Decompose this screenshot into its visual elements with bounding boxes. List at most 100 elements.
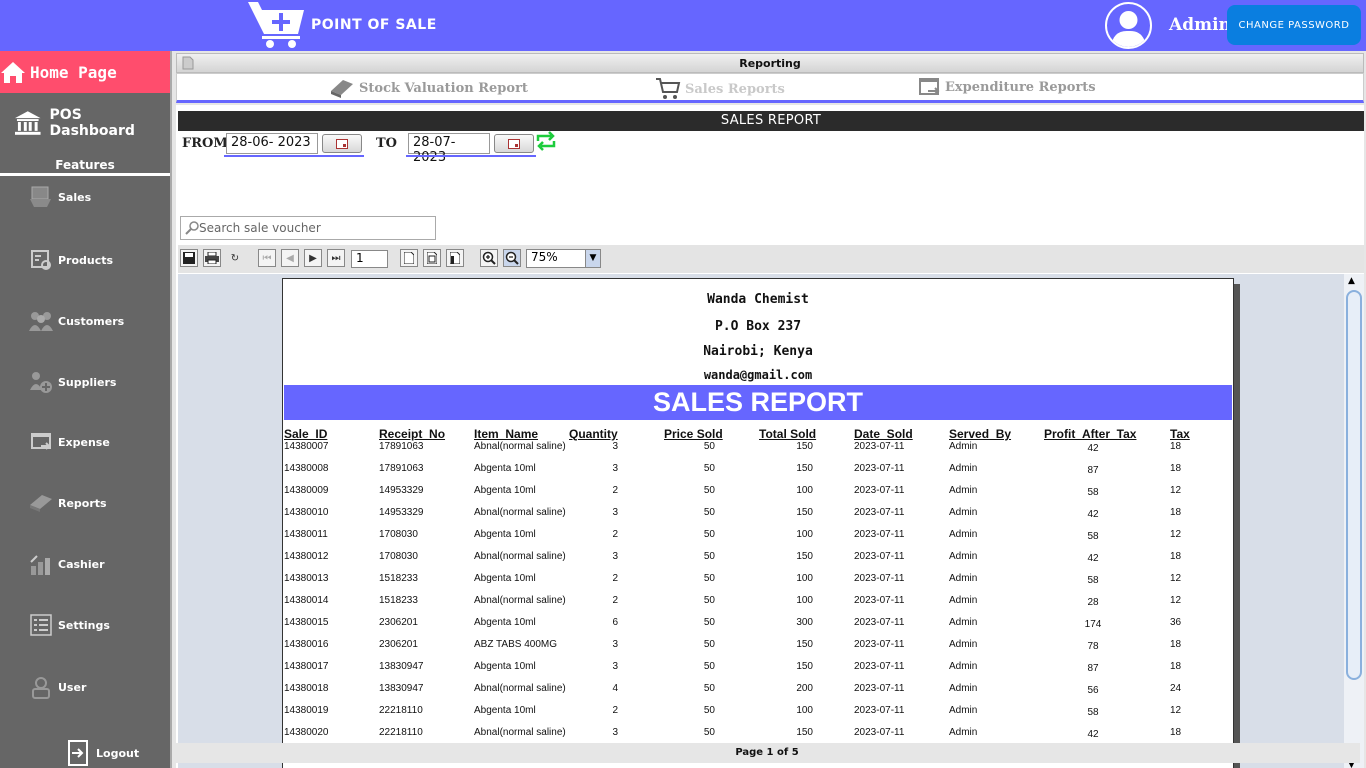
table-cell: 14380009 [284, 485, 329, 496]
table-cell: 14380019 [284, 705, 329, 716]
change-password-button[interactable]: CHANGE PASSWORD [1227, 5, 1361, 45]
scroll-up-icon[interactable]: ▲ [1348, 276, 1355, 286]
calendar-icon [336, 138, 348, 149]
page-number-input[interactable]: 1 [351, 250, 388, 268]
report-viewer: Wanda Chemist P.O Box 237 Nairobi; Kenya… [178, 274, 1364, 768]
company-name: Wanda Chemist [707, 292, 809, 307]
zoom-value: 75% [531, 250, 558, 264]
table-cell: Abnal(normal saline) [474, 683, 566, 694]
table-cell: Admin [949, 683, 978, 694]
previous-page-icon[interactable]: ◀ [281, 249, 299, 267]
zoom-in-icon[interactable] [480, 249, 498, 267]
table-cell: 2 [612, 485, 618, 496]
zoom-out-icon[interactable] [503, 249, 521, 267]
table-cell: 17891063 [379, 463, 424, 474]
table-cell: 50 [703, 441, 715, 452]
pos-dashboard-button[interactable]: POS Dashboard [14, 107, 170, 139]
table-cell: 58 [1087, 531, 1099, 542]
table-cell: Abgenta 10ml [474, 463, 536, 474]
from-label: FROM [182, 136, 228, 151]
tab-sales-reports[interactable]: Sales Reports [655, 77, 785, 101]
viewer-toolbar: ↻ ⏮ ◀ ▶ ⏭ 1 75% ▼ [178, 245, 1364, 273]
calendar-icon [508, 138, 520, 149]
actual-size-icon[interactable] [400, 249, 418, 267]
save-icon[interactable] [180, 249, 198, 267]
logout-button[interactable]: Logout [68, 740, 139, 766]
table-cell: 150 [796, 639, 813, 650]
table-cell: 18 [1170, 727, 1182, 738]
sidebar-item-reports[interactable]: Reports [28, 490, 107, 516]
sales-report-heading: SALES REPORT [178, 111, 1364, 131]
refresh-icon[interactable] [535, 131, 557, 151]
from-date-field[interactable]: 28-06- 2023 [226, 133, 318, 154]
print-icon[interactable] [203, 249, 221, 267]
table-cell: 3 [612, 727, 618, 738]
company-email: wanda@gmail.com [703, 368, 813, 382]
table-cell: 56 [1087, 685, 1099, 696]
table-cell: 3 [612, 639, 618, 650]
table-cell: 50 [703, 617, 715, 628]
sidebar-item-products[interactable]: Products [28, 247, 113, 273]
table-cell: 2023-07-11 [854, 705, 905, 716]
sidebar-item-label: Settings [58, 618, 110, 632]
to-date-field[interactable]: 28-07- 2023 [408, 133, 490, 165]
table-cell: 2023-07-11 [854, 463, 905, 474]
table-cell: 3 [612, 551, 618, 562]
table-cell: 2023-07-11 [854, 661, 905, 672]
table-cell: 42 [1087, 553, 1099, 564]
from-calendar-button[interactable] [322, 134, 362, 153]
sidebar-item-settings[interactable]: Settings [28, 612, 110, 638]
sidebar-item-user[interactable]: User [28, 674, 86, 700]
cart-icon [656, 78, 681, 99]
to-label: TO [376, 136, 397, 151]
vertical-scrollbar[interactable]: ▲ ▼ [1344, 274, 1364, 768]
sidebar-item-cashier[interactable]: Cashier [28, 551, 105, 577]
tab-stock-valuation-report[interactable]: Stock Valuation Report [329, 77, 528, 99]
table-cell: 2 [612, 705, 618, 716]
table-cell: 14380015 [284, 617, 329, 628]
search-voucher-input[interactable]: Search sale voucher [180, 216, 436, 240]
report-content: SALES REPORT FROM 28-06- 2023 TO 28-07- … [176, 105, 1364, 768]
suppliers-icon [28, 369, 54, 395]
expense-icon [28, 429, 54, 455]
first-page-icon[interactable]: ⏮ [258, 249, 276, 267]
sidebar-item-customers[interactable]: Customers [28, 308, 124, 334]
table-cell: 100 [796, 529, 813, 540]
table-cell: 18 [1170, 639, 1182, 650]
table-cell: Admin [949, 463, 978, 474]
column-header: Date_Sold [854, 427, 913, 441]
home-page-button[interactable]: Home Page [0, 51, 170, 93]
sidebar-item-label: Customers [58, 314, 125, 328]
table-cell: 50 [703, 507, 715, 518]
book-icon [331, 80, 353, 98]
fit-page-icon[interactable] [423, 249, 441, 267]
last-page-icon[interactable]: ⏭ [327, 249, 345, 267]
table-cell: 50 [703, 463, 715, 474]
table-cell: Admin [949, 617, 978, 628]
table-cell: 100 [796, 485, 813, 496]
sidebar-item-label: Reports [58, 496, 107, 510]
table-cell: 12 [1170, 485, 1182, 496]
sidebar-item-suppliers[interactable]: Suppliers [28, 369, 116, 395]
vertical-scroll-thumb[interactable] [1346, 290, 1362, 680]
table-cell: 2 [612, 529, 618, 540]
column-header: Served_By [949, 427, 1012, 441]
next-page-icon[interactable]: ▶ [304, 249, 322, 267]
sidebar-item-sales[interactable]: Sales [28, 184, 91, 210]
table-cell: 1708030 [379, 551, 418, 562]
fit-width-icon[interactable] [446, 249, 464, 267]
reload-icon[interactable]: ↻ [226, 249, 244, 267]
zoom-select[interactable]: 75% ▼ [526, 249, 601, 268]
sidebar-item-expense[interactable]: Expense [28, 429, 110, 455]
tab-expenditure-reports[interactable]: Expenditure Reports [919, 77, 1096, 97]
table-cell: 36 [1170, 617, 1182, 628]
reports-icon [28, 490, 54, 516]
table-cell: 14380013 [284, 573, 329, 584]
to-calendar-button[interactable] [494, 134, 534, 153]
table-cell: 18 [1170, 463, 1182, 474]
table-cell: Admin [949, 507, 978, 518]
table-cell: 4 [612, 683, 618, 694]
table-cell: 2 [612, 595, 618, 606]
table-cell: 50 [703, 551, 715, 562]
table-cell: Admin [949, 573, 978, 584]
